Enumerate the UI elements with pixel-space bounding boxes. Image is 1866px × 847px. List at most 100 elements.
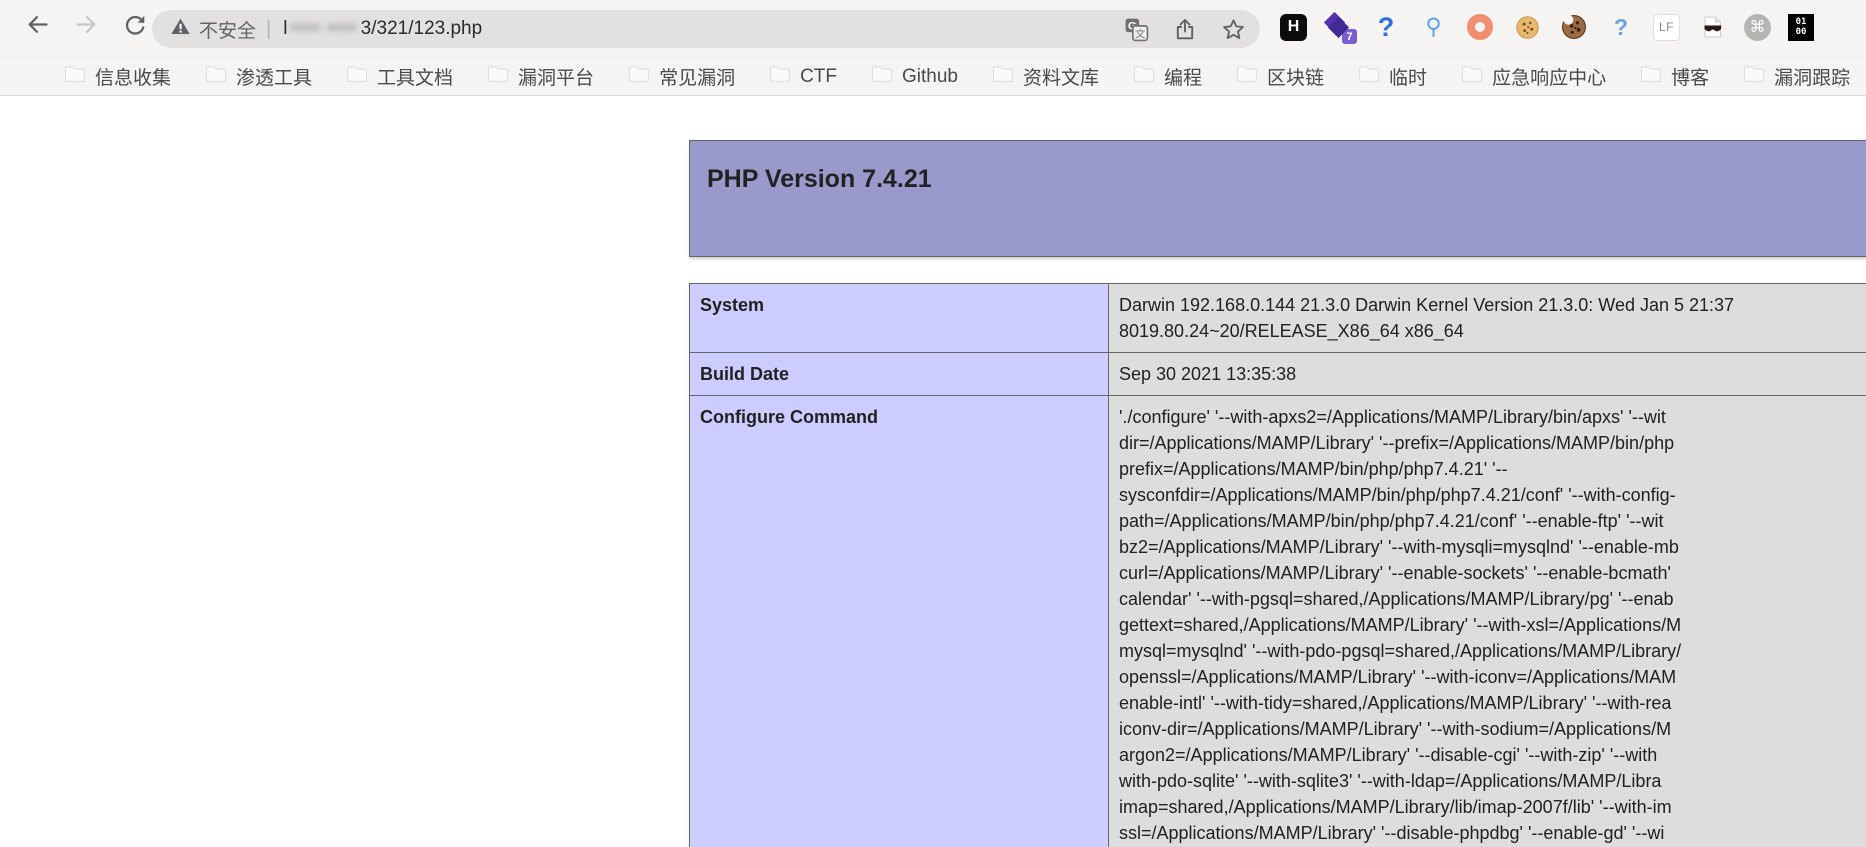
orange-ring-extension-icon[interactable]: [1465, 12, 1495, 42]
bookmark-item[interactable]: 资料文库: [992, 63, 1099, 90]
value-line: enable-intl' '--with-tidy=shared,/Applic…: [1119, 693, 1672, 713]
info-row: Configure Command './configure' '--with-a…: [689, 395, 1866, 847]
help2-extension-icon-glyph: ?: [1613, 13, 1629, 40]
mask-extension-icon-glyph: [1700, 14, 1725, 40]
bookmark-item[interactable]: 临时: [1358, 63, 1427, 90]
reload-icon: [125, 15, 145, 35]
bookmark-item[interactable]: 工具文档: [346, 63, 453, 90]
help-extension-icon[interactable]: ?: [1371, 12, 1401, 42]
bookmark-label: 临时: [1389, 68, 1428, 89]
url-redacted-host-2: ••••: [327, 18, 358, 39]
value-line: bz2=/Applications/MAMP/Library' '--with-…: [1119, 537, 1679, 557]
value-line: openssl=/Applications/MAMP/Library' '--w…: [1119, 667, 1677, 687]
translate-icon[interactable]: G文: [1124, 17, 1149, 42]
bookmark-label: 常见漏洞: [659, 68, 736, 89]
url-separator: |: [266, 17, 272, 40]
omnibox-actions: G文: [1124, 17, 1246, 42]
value-line: Darwin 192.168.0.144 21.3.0 Darwin Kerne…: [1119, 295, 1735, 315]
lf-extension-icon[interactable]: LF: [1653, 13, 1680, 41]
url-redacted-host: ••••: [290, 18, 322, 39]
share-icon[interactable]: [1173, 17, 1197, 41]
bookmark-label: 渗透工具: [236, 68, 313, 89]
bookmark-star-icon[interactable]: [1221, 17, 1246, 42]
row-value: './configure' '--with-apxs2=/Application…: [1108, 395, 1866, 847]
address-bar[interactable]: 不安全 | l •••• •••• 3/321/123.php G文: [152, 10, 1260, 48]
folder-icon: [1640, 65, 1662, 88]
folder-icon: [487, 65, 509, 88]
reload-button[interactable]: [120, 10, 150, 40]
cookie-dark-extension-icon[interactable]: [1559, 12, 1589, 42]
row-value: Sep 30 2021 13:35:38: [1108, 352, 1866, 396]
forward-icon: [76, 16, 96, 33]
bookmark-label: CTF: [800, 65, 838, 87]
phpinfo-content: PHP Version 7.4.21 System Darwin 192.168.…: [689, 140, 1866, 847]
bookmark-label: Github: [902, 65, 958, 87]
bookmark-item[interactable]: 漏洞平台: [487, 63, 594, 90]
bookmark-item[interactable]: 区块链: [1236, 63, 1324, 90]
bookmark-label: 应急响应中心: [1492, 68, 1607, 89]
purple-stack-extension-icon[interactable]: 7: [1324, 12, 1358, 45]
security-label: 不安全: [199, 20, 257, 42]
value-line: imap=shared,/Applications/MAMP/Library/l…: [1119, 797, 1672, 817]
bookmark-item[interactable]: 编程: [1133, 63, 1202, 90]
bookmark-item[interactable]: 应急响应中心: [1461, 63, 1606, 90]
value-line: Sep 30 2021 13:35:38: [1119, 364, 1297, 384]
svg-text:文: 文: [1135, 27, 1146, 40]
nav-buttons: [22, 9, 150, 40]
bookmark-label: 资料文库: [1023, 68, 1100, 89]
value-line: prefix=/Applications/MAMP/bin/php/php7.4…: [1119, 459, 1508, 479]
cookie-light-extension-icon[interactable]: [1512, 12, 1542, 42]
bookmark-label: 信息收集: [95, 68, 172, 89]
row-label: Build Date: [689, 352, 1109, 396]
value-line: path=/Applications/MAMP/bin/php/php7.4.2…: [1119, 511, 1664, 531]
command-extension-icon-glyph: ⌘: [1749, 19, 1766, 36]
folder-icon: [628, 65, 650, 88]
value-line: calendar' '--with-pgsql=shared,/Applicat…: [1119, 589, 1674, 609]
folder-icon: [64, 65, 86, 88]
extension-badge: 7: [1341, 28, 1358, 45]
bookmark-item[interactable]: 信息收集: [64, 63, 171, 90]
lf-extension-icon-glyph: LF: [1658, 20, 1674, 34]
phpinfo-table: System Darwin 192.168.0.144 21.3.0 Darwin…: [689, 283, 1866, 847]
url-prefix: l: [283, 18, 288, 39]
bookmark-item[interactable]: 常见漏洞: [628, 63, 735, 90]
bookmark-item[interactable]: CTF: [769, 65, 837, 88]
cookie-dark-extension-icon-glyph: [1560, 13, 1588, 41]
value-line: 8019.80.24~20/RELEASE_X86_64 x86_64: [1119, 321, 1464, 341]
bookmark-label: 工具文档: [377, 68, 454, 89]
mask-extension-icon[interactable]: [1697, 12, 1727, 42]
browser-window: 不安全 | l •••• •••• 3/321/123.php G文 H 7?: [0, 0, 1866, 847]
folder-icon: [205, 65, 227, 88]
bookmark-label: 编程: [1164, 68, 1203, 89]
not-secure-warning-icon: [170, 16, 191, 42]
page-content: PHP Version 7.4.21 System Darwin 192.168.…: [0, 96, 1866, 847]
bookmarks-bar: 信息收集 渗透工具 工具文档 漏洞平台 常见漏洞 CTF Github 资料文库…: [0, 57, 1866, 96]
bookmark-label: 漏洞平台: [518, 68, 595, 89]
value-line: gettext=shared,/Applications/MAMP/Librar…: [1119, 615, 1682, 635]
bookmark-item[interactable]: Github: [871, 65, 958, 88]
pin-extension-icon[interactable]: [1418, 12, 1448, 42]
bookmark-item[interactable]: 漏洞跟踪: [1743, 63, 1850, 90]
command-extension-icon[interactable]: ⌘: [1744, 13, 1771, 41]
help2-extension-icon[interactable]: ?: [1606, 12, 1636, 42]
folder-icon: [992, 65, 1014, 88]
help-extension-icon-glyph: ?: [1377, 11, 1395, 42]
h-extension-icon[interactable]: H: [1280, 13, 1307, 41]
bookmark-label: 博客: [1671, 68, 1710, 89]
forward-button[interactable]: [71, 9, 102, 40]
page-title: PHP Version 7.4.21: [707, 165, 932, 193]
value-line: argon2=/Applications/MAMP/Library' '--di…: [1119, 745, 1658, 765]
bookmark-item[interactable]: 渗透工具: [205, 63, 312, 90]
url-path: 3/321/123.php: [360, 18, 483, 39]
value-line: ssl=/Applications/MAMP/Library' '--disab…: [1119, 823, 1665, 843]
folder-icon: [1461, 65, 1483, 88]
h-extension-icon-glyph: H: [1287, 18, 1300, 35]
folder-icon: [1133, 65, 1155, 88]
back-button[interactable]: [22, 9, 53, 40]
bookmark-item[interactable]: 博客: [1640, 63, 1709, 90]
info-row: Build Date Sep 30 2021 13:35:38: [689, 352, 1866, 396]
bookmark-label: 漏洞跟踪: [1774, 68, 1851, 89]
url-text: l •••• •••• 3/321/123.php: [283, 18, 482, 40]
value-line: iconv-dir=/Applications/MAMP/Library' '-…: [1119, 719, 1672, 739]
binary-extension-icon[interactable]: 01 00: [1788, 13, 1814, 41]
